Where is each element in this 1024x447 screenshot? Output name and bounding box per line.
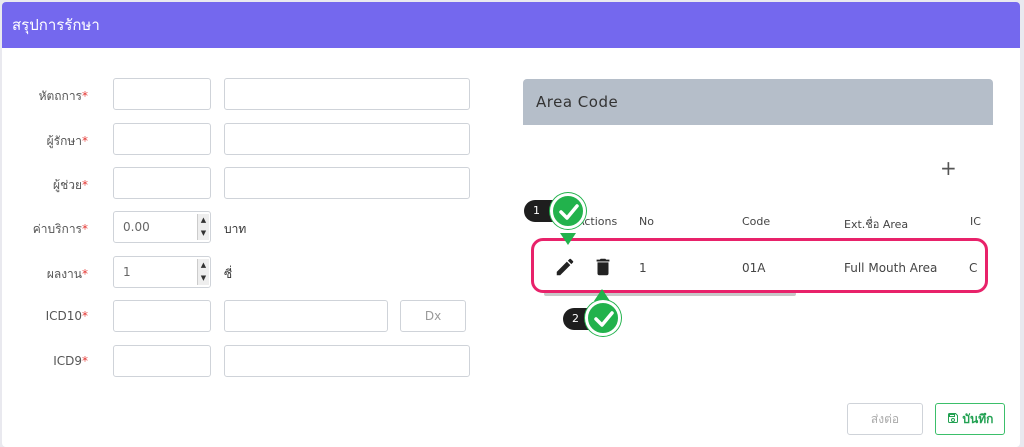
icd9-name-input[interactable] [224,345,470,377]
work-stepper[interactable]: ▲ ▼ [197,259,209,285]
therapist-label: ผู้รักษา* [47,132,88,151]
save-label: บันทึก [962,412,994,426]
area-code-title: Area Code [536,93,619,111]
therapist-label-text: ผู้รักษา [46,134,82,148]
forward-button[interactable]: ส่งต่อ [847,403,923,435]
icd10-label-text: ICD10 [45,309,82,323]
column-header-no: No [639,215,654,228]
work-label-text: ผลงาน [46,267,82,281]
work-label: ผลงาน* [47,265,88,284]
required-mark: * [82,267,88,281]
stepper-down-icon[interactable]: ▼ [198,227,209,240]
window-title: สรุปการรักษา [2,2,1020,48]
dx-button[interactable]: Dx [400,300,466,332]
therapist-code-input[interactable] [113,123,211,155]
column-header-ext-name: Ext.ชื่อ Area [844,218,909,231]
icd10-name-input[interactable] [224,300,388,332]
icd9-code-input[interactable] [113,345,211,377]
column-header-ic: IC [970,215,981,228]
procedure-name-input[interactable] [224,78,470,110]
required-mark: * [82,134,88,148]
annotation-number: 1 [533,204,540,217]
floppy-disk-icon [947,413,958,423]
icd10-label: ICD10* [46,309,88,323]
row-highlight-outline [531,238,988,293]
required-mark: * [82,89,88,103]
work-unit: ซี่ [224,267,233,281]
procedure-label-text: หัตถการ [38,89,82,103]
stepper-down-icon[interactable]: ▼ [198,272,209,285]
column-header-code: Code [742,215,771,228]
fee-label-text: ค่าบริการ [32,222,82,236]
required-mark: * [82,354,88,368]
required-mark: * [82,222,88,236]
annotation-number: 2 [572,312,579,325]
icd10-row: ICD10* Dx [2,300,502,333]
fee-row: ค่าบริการ* 0.00 ▲ ▼ บาท [2,211,502,244]
save-button[interactable]: บันทึก [935,403,1005,435]
procedure-label: หัตถการ* [39,87,88,106]
required-mark: * [82,309,88,323]
work-number-input[interactable]: 1 ▲ ▼ [113,256,211,288]
treatment-summary-window: สรุปการรักษา หัตถการ* ผู้รักษา* ผู้ช่วย*… [2,2,1020,447]
assistant-name-input[interactable] [224,167,470,199]
fee-value: 0.00 [123,220,150,234]
assistant-label: ผู้ช่วย* [53,176,88,195]
required-mark: * [82,178,88,192]
plus-icon[interactable]: + [940,158,957,178]
stepper-up-icon[interactable]: ▲ [198,214,209,227]
work-value: 1 [123,265,131,279]
icd9-label-text: ICD9 [53,354,82,368]
fee-stepper[interactable]: ▲ ▼ [197,214,209,240]
assistant-code-input[interactable] [113,167,211,199]
annotation-pointer [560,233,576,245]
fee-number-input[interactable]: 0.00 ▲ ▼ [113,211,211,243]
assistant-label-text: ผู้ช่วย [53,178,82,192]
check-icon [585,300,621,336]
therapist-row: ผู้รักษา* [2,123,502,156]
work-row: ผลงาน* 1 ▲ ▼ ซี่ [2,256,502,289]
procedure-code-input[interactable] [113,78,211,110]
assistant-row: ผู้ช่วย* [2,167,502,200]
check-icon [550,193,586,229]
procedure-row: หัตถการ* [2,78,502,111]
therapist-name-input[interactable] [224,123,470,155]
icd9-row: ICD9* [2,345,502,378]
treatment-form: หัตถการ* ผู้รักษา* ผู้ช่วย* ค่าบริการ* 0… [2,48,502,447]
fee-label: ค่าบริการ* [33,220,88,239]
fee-unit: บาท [224,222,247,236]
area-code-panel-header: Area Code [523,79,993,125]
icd9-label: ICD9* [53,354,88,368]
icd10-code-input[interactable] [113,300,211,332]
stepper-up-icon[interactable]: ▲ [198,259,209,272]
